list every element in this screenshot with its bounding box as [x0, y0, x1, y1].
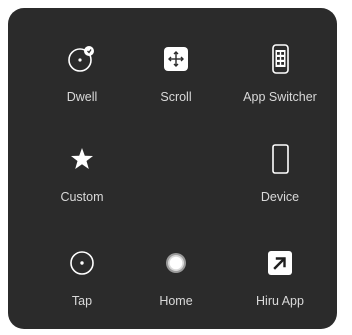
menu-item-dwell[interactable]: Dwell	[32, 44, 132, 124]
menu-item-tap[interactable]: Tap	[32, 248, 132, 328]
assistive-touch-menu: Dwell Scroll App Switcher Custom Device …	[8, 8, 337, 329]
menu-item-label: Scroll	[160, 90, 192, 104]
menu-item-label: Device	[260, 190, 300, 204]
menu-item-custom[interactable]: Custom	[32, 144, 132, 224]
menu-item-home[interactable]: Home	[126, 248, 226, 328]
menu-item-hiru-app[interactable]: Hiru App	[230, 248, 330, 328]
app-switcher-icon	[265, 44, 295, 74]
menu-item-app-switcher[interactable]: App Switcher	[230, 44, 330, 124]
menu-item-label: App Switcher	[243, 90, 317, 104]
menu-item-scroll[interactable]: Scroll	[126, 44, 226, 124]
scroll-icon	[161, 44, 191, 74]
arrow-up-right-icon	[265, 248, 295, 278]
menu-item-label: Custom	[60, 190, 104, 204]
star-icon	[67, 144, 97, 174]
menu-item-device[interactable]: Device	[230, 144, 330, 224]
dwell-icon	[67, 44, 97, 74]
home-button-icon	[161, 248, 191, 278]
menu-item-label: Dwell	[66, 90, 98, 104]
device-icon	[265, 144, 295, 174]
menu-item-label: Home	[159, 294, 193, 308]
menu-item-label: Hiru App	[256, 294, 304, 308]
tap-icon	[67, 248, 97, 278]
menu-item-label: Tap	[71, 294, 93, 308]
